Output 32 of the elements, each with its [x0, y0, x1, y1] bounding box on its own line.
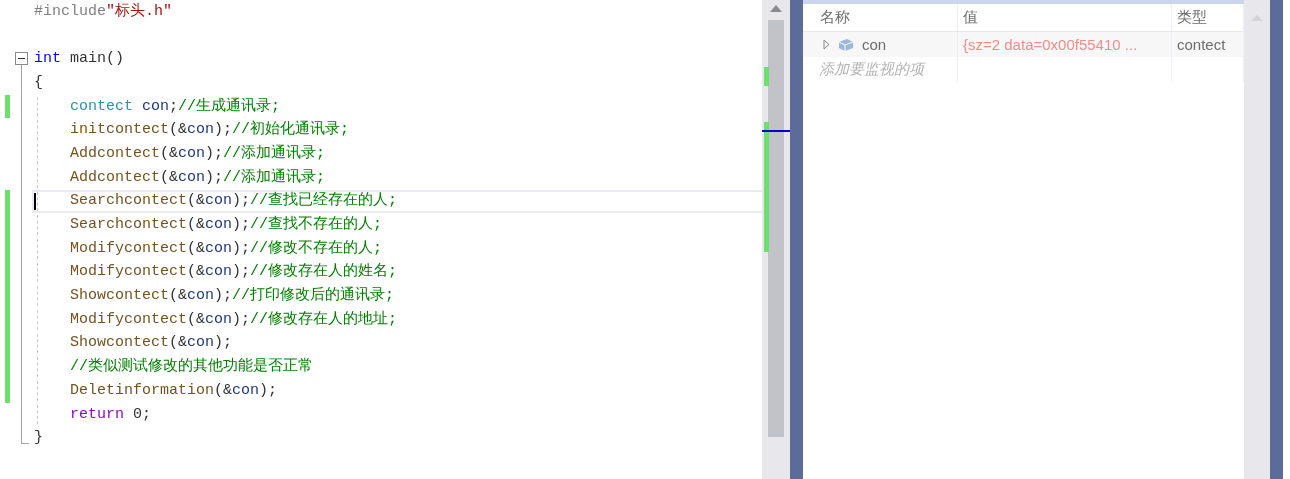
scrollbar[interactable]	[1244, 0, 1270, 479]
code-line: contect con;//生成通讯录;	[70, 96, 281, 117]
code-line: Addcontect(&con);//添加通讯录;	[70, 167, 326, 188]
column-header[interactable]: 名称	[803, 4, 958, 31]
code-line: //类似测试修改的其他功能是否正常	[70, 357, 313, 378]
code-line: Addcontect(&con);//添加通讯录;	[70, 143, 326, 164]
collapse-icon[interactable]	[15, 52, 28, 66]
code-line: }	[34, 428, 43, 449]
cursor-marker	[762, 130, 790, 132]
code-line: Modifycontect(&con);//修改存在人的地址;	[70, 309, 398, 330]
code-line: {	[34, 72, 43, 93]
code-line: return 0;	[70, 404, 152, 425]
variable-name: con	[862, 36, 887, 53]
scroll-thumb[interactable]	[768, 20, 784, 437]
code-line: Searchcontect(&con);//查找已经存在的人;	[70, 191, 398, 212]
expand-icon[interactable]	[823, 39, 830, 50]
text-caret	[34, 192, 36, 211]
code-line: Searchcontect(&con);//查找不存在的人;	[70, 215, 383, 236]
code-line: #include"标头.h"	[34, 1, 173, 22]
cube-icon	[838, 37, 854, 52]
code-line: initcontect(&con);//初始化通讯录;	[70, 120, 350, 141]
code-line: Showcontect(&con);//打印修改后的通讯录;	[70, 286, 395, 307]
code-line: Deletinformation(&con);	[70, 380, 278, 401]
code-line: int main()	[34, 49, 125, 70]
variable-value: {sz=2 data=0x00f55410 ...	[958, 32, 1172, 57]
code-line: Showcontect(&con);	[70, 333, 233, 354]
scroll-up-icon[interactable]	[769, 3, 783, 13]
column-header[interactable]: 值	[958, 4, 1172, 31]
change-marker	[764, 67, 769, 86]
scrollbar[interactable]	[762, 0, 790, 479]
code-line: Modifycontect(&con);//修改存在人的姓名;	[70, 262, 398, 283]
code-line: Modifycontect(&con);//修改不存在的人;	[70, 238, 383, 259]
